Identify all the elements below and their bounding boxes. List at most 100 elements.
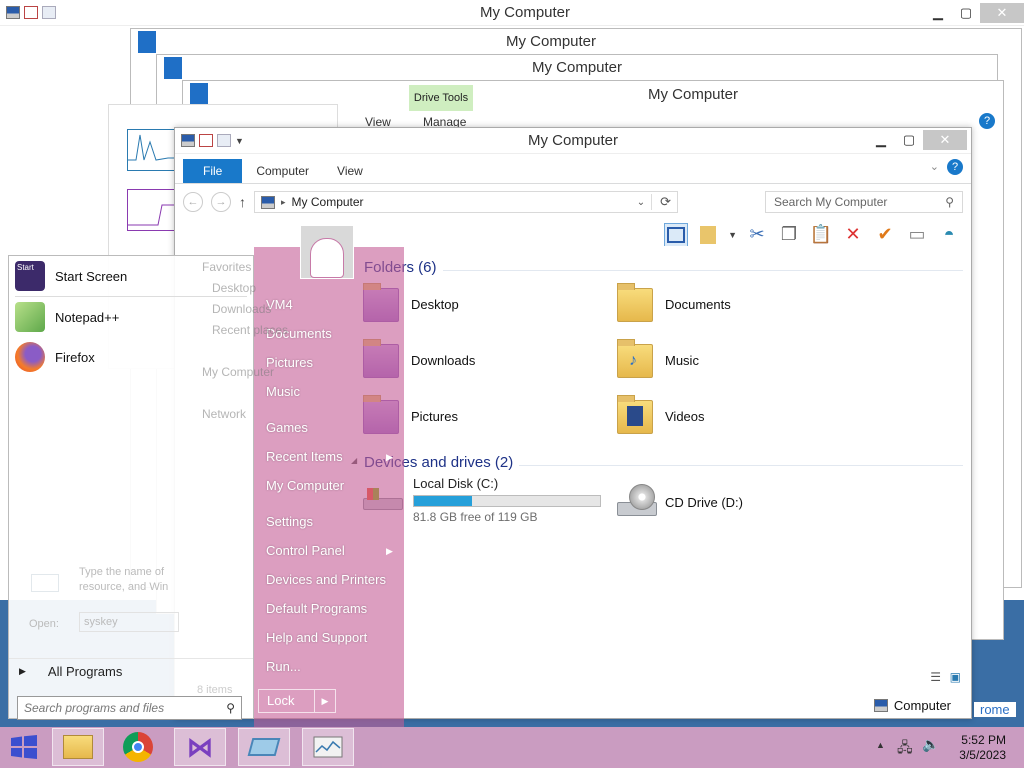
chevron-down-icon[interactable]: ▼ bbox=[728, 230, 737, 240]
network-icon[interactable]: ◓ bbox=[937, 223, 961, 247]
folder-videos[interactable]: Videos bbox=[615, 394, 705, 438]
show-hidden-icons-icon[interactable]: ▲ bbox=[876, 740, 885, 750]
close-button[interactable]: ✕ bbox=[980, 3, 1024, 23]
lock-button[interactable]: Lock ▶ bbox=[258, 689, 336, 713]
taskbar-chrome[interactable] bbox=[112, 728, 164, 766]
paste-icon[interactable]: 📋 bbox=[809, 223, 833, 247]
program-label: Notepad++ bbox=[55, 309, 120, 325]
expand-ribbon-icon[interactable]: ⌄ bbox=[930, 160, 939, 173]
clock-date: 3/5/2023 bbox=[959, 748, 1006, 762]
lock-options-arrow-icon[interactable]: ▶ bbox=[315, 690, 335, 712]
computer-icon bbox=[261, 195, 275, 209]
taskbar-visual-studio[interactable]: ⋈ bbox=[174, 728, 226, 766]
start-item-run[interactable]: Run... bbox=[266, 659, 301, 674]
drive-c-usage-bar bbox=[413, 495, 601, 507]
tab-computer[interactable]: Computer bbox=[242, 159, 323, 183]
minimize-button[interactable]: ▁ bbox=[924, 3, 952, 23]
maximize-button[interactable]: ▢ bbox=[952, 3, 980, 23]
drive-d-label: CD Drive (D:) bbox=[665, 494, 743, 510]
start-item-control-panel[interactable]: Control Panel bbox=[266, 543, 345, 558]
tab-file[interactable]: File bbox=[183, 159, 243, 183]
up-icon[interactable]: ↑ bbox=[239, 194, 246, 210]
window-controls: ▁ ▢ ✕ bbox=[867, 130, 967, 150]
start-item-settings[interactable]: Settings bbox=[266, 514, 313, 529]
nav-desktop: Desktop bbox=[212, 281, 257, 295]
folder-music[interactable]: ♪ Music bbox=[615, 338, 699, 382]
help-icon[interactable]: ? bbox=[947, 159, 963, 175]
cut-icon[interactable]: ✂ bbox=[745, 223, 769, 247]
tab-view[interactable]: View bbox=[323, 159, 377, 183]
file-explorer-icon bbox=[63, 735, 93, 759]
folder-label: Pictures bbox=[411, 408, 458, 424]
status-location: Computer bbox=[893, 697, 951, 713]
drive-d[interactable]: CD Drive (D:) bbox=[615, 480, 743, 524]
start-item-music[interactable]: Music bbox=[266, 384, 300, 399]
start-button[interactable] bbox=[0, 728, 48, 766]
breadcrumb-arrow-icon[interactable]: ▸ bbox=[281, 197, 286, 208]
back-window-4-title: My Computer bbox=[647, 86, 739, 103]
help-icon[interactable]: ? bbox=[979, 113, 995, 129]
copy-icon[interactable]: ❐ bbox=[777, 223, 801, 247]
network-tray-icon[interactable]: 🖧 bbox=[897, 737, 913, 761]
all-programs-button[interactable]: ▶ All Programs bbox=[19, 664, 122, 679]
nav-downloads: Downloads bbox=[212, 302, 272, 316]
volume-icon[interactable]: 🔈 bbox=[922, 736, 939, 753]
clock[interactable]: 5:52 PM 3/5/2023 bbox=[959, 733, 1006, 763]
refresh-icon[interactable]: ⟳ bbox=[651, 194, 671, 210]
preview-pane-icon[interactable] bbox=[664, 222, 689, 247]
drive-c-label: Local Disk (C:) bbox=[413, 476, 499, 491]
folder-label: Desktop bbox=[411, 296, 459, 312]
program-label: Firefox bbox=[55, 349, 95, 365]
forward-icon[interactable]: → bbox=[211, 192, 231, 212]
drive-c-free: 81.8 GB free of 119 GB bbox=[413, 510, 538, 524]
rename-icon[interactable]: ▭ bbox=[905, 223, 929, 247]
large-icons-view-icon[interactable]: ▣ bbox=[950, 670, 961, 684]
maximize-button[interactable]: ▢ bbox=[895, 130, 923, 150]
back-window-4-marker bbox=[190, 83, 208, 105]
titlebar: ▼ My Computer ▁ ▢ ✕ bbox=[175, 128, 971, 154]
folder-label: Documents bbox=[665, 296, 731, 312]
close-button[interactable]: ✕ bbox=[923, 130, 967, 150]
address-box[interactable]: ▸ My Computer ⌄ ⟳ bbox=[254, 191, 678, 213]
back-window-2-title: My Computer bbox=[505, 33, 597, 50]
properties-icon bbox=[24, 6, 38, 19]
address-dropdown-icon[interactable]: ⌄ bbox=[637, 197, 645, 208]
new-folder-icon[interactable] bbox=[217, 134, 231, 147]
minimize-button[interactable]: ▁ bbox=[867, 130, 895, 150]
back-icon[interactable]: ← bbox=[183, 192, 203, 212]
firefox-icon bbox=[15, 342, 45, 372]
folder-icon bbox=[615, 282, 655, 326]
drive-c-usage-fill bbox=[414, 496, 472, 506]
start-item-games[interactable]: Games bbox=[266, 420, 308, 435]
start-item-default-programs[interactable]: Default Programs bbox=[266, 601, 367, 616]
start-item-recent-items[interactable]: Recent Items bbox=[266, 449, 343, 464]
properties-icon[interactable] bbox=[696, 223, 720, 247]
taskbar-performance[interactable] bbox=[302, 728, 354, 766]
start-item-devices-printers[interactable]: Devices and Printers bbox=[266, 572, 386, 587]
computer-icon bbox=[873, 698, 888, 712]
details-view-icon[interactable]: ☰ bbox=[930, 670, 941, 684]
properties-icon[interactable] bbox=[199, 134, 213, 147]
chrome-icon bbox=[123, 732, 153, 762]
folder-icon bbox=[615, 394, 655, 438]
chrome-window-label[interactable]: rome bbox=[974, 702, 1016, 717]
delete-icon[interactable]: ✕ bbox=[841, 223, 865, 247]
chevron-down-icon[interactable]: ▼ bbox=[235, 136, 244, 146]
start-item-my-computer[interactable]: My Computer bbox=[266, 478, 344, 493]
computer-icon bbox=[181, 134, 195, 147]
folder-documents[interactable]: Documents bbox=[615, 282, 731, 326]
checkmark-icon[interactable]: ✔ bbox=[873, 223, 897, 247]
start-menu-right-pane: VM4 Documents Pictures Music Games Recen… bbox=[254, 225, 404, 727]
taskbar-window-2[interactable] bbox=[238, 728, 290, 766]
start-item-help-support[interactable]: Help and Support bbox=[266, 630, 367, 645]
start-search-input[interactable]: Search programs and files ⚲ bbox=[17, 696, 242, 720]
run-dialog-icon bbox=[31, 574, 59, 592]
nav-network: Network bbox=[202, 407, 247, 421]
taskbar-explorer[interactable] bbox=[52, 728, 104, 766]
search-input[interactable]: Search My Computer ⚲ bbox=[765, 191, 963, 213]
drive-tools-tab[interactable]: Drive Tools bbox=[409, 85, 473, 111]
search-placeholder: Search My Computer bbox=[774, 195, 888, 209]
folder-icon: ♪ bbox=[615, 338, 655, 382]
window-title: My Computer bbox=[527, 132, 619, 149]
user-avatar[interactable] bbox=[300, 225, 354, 279]
